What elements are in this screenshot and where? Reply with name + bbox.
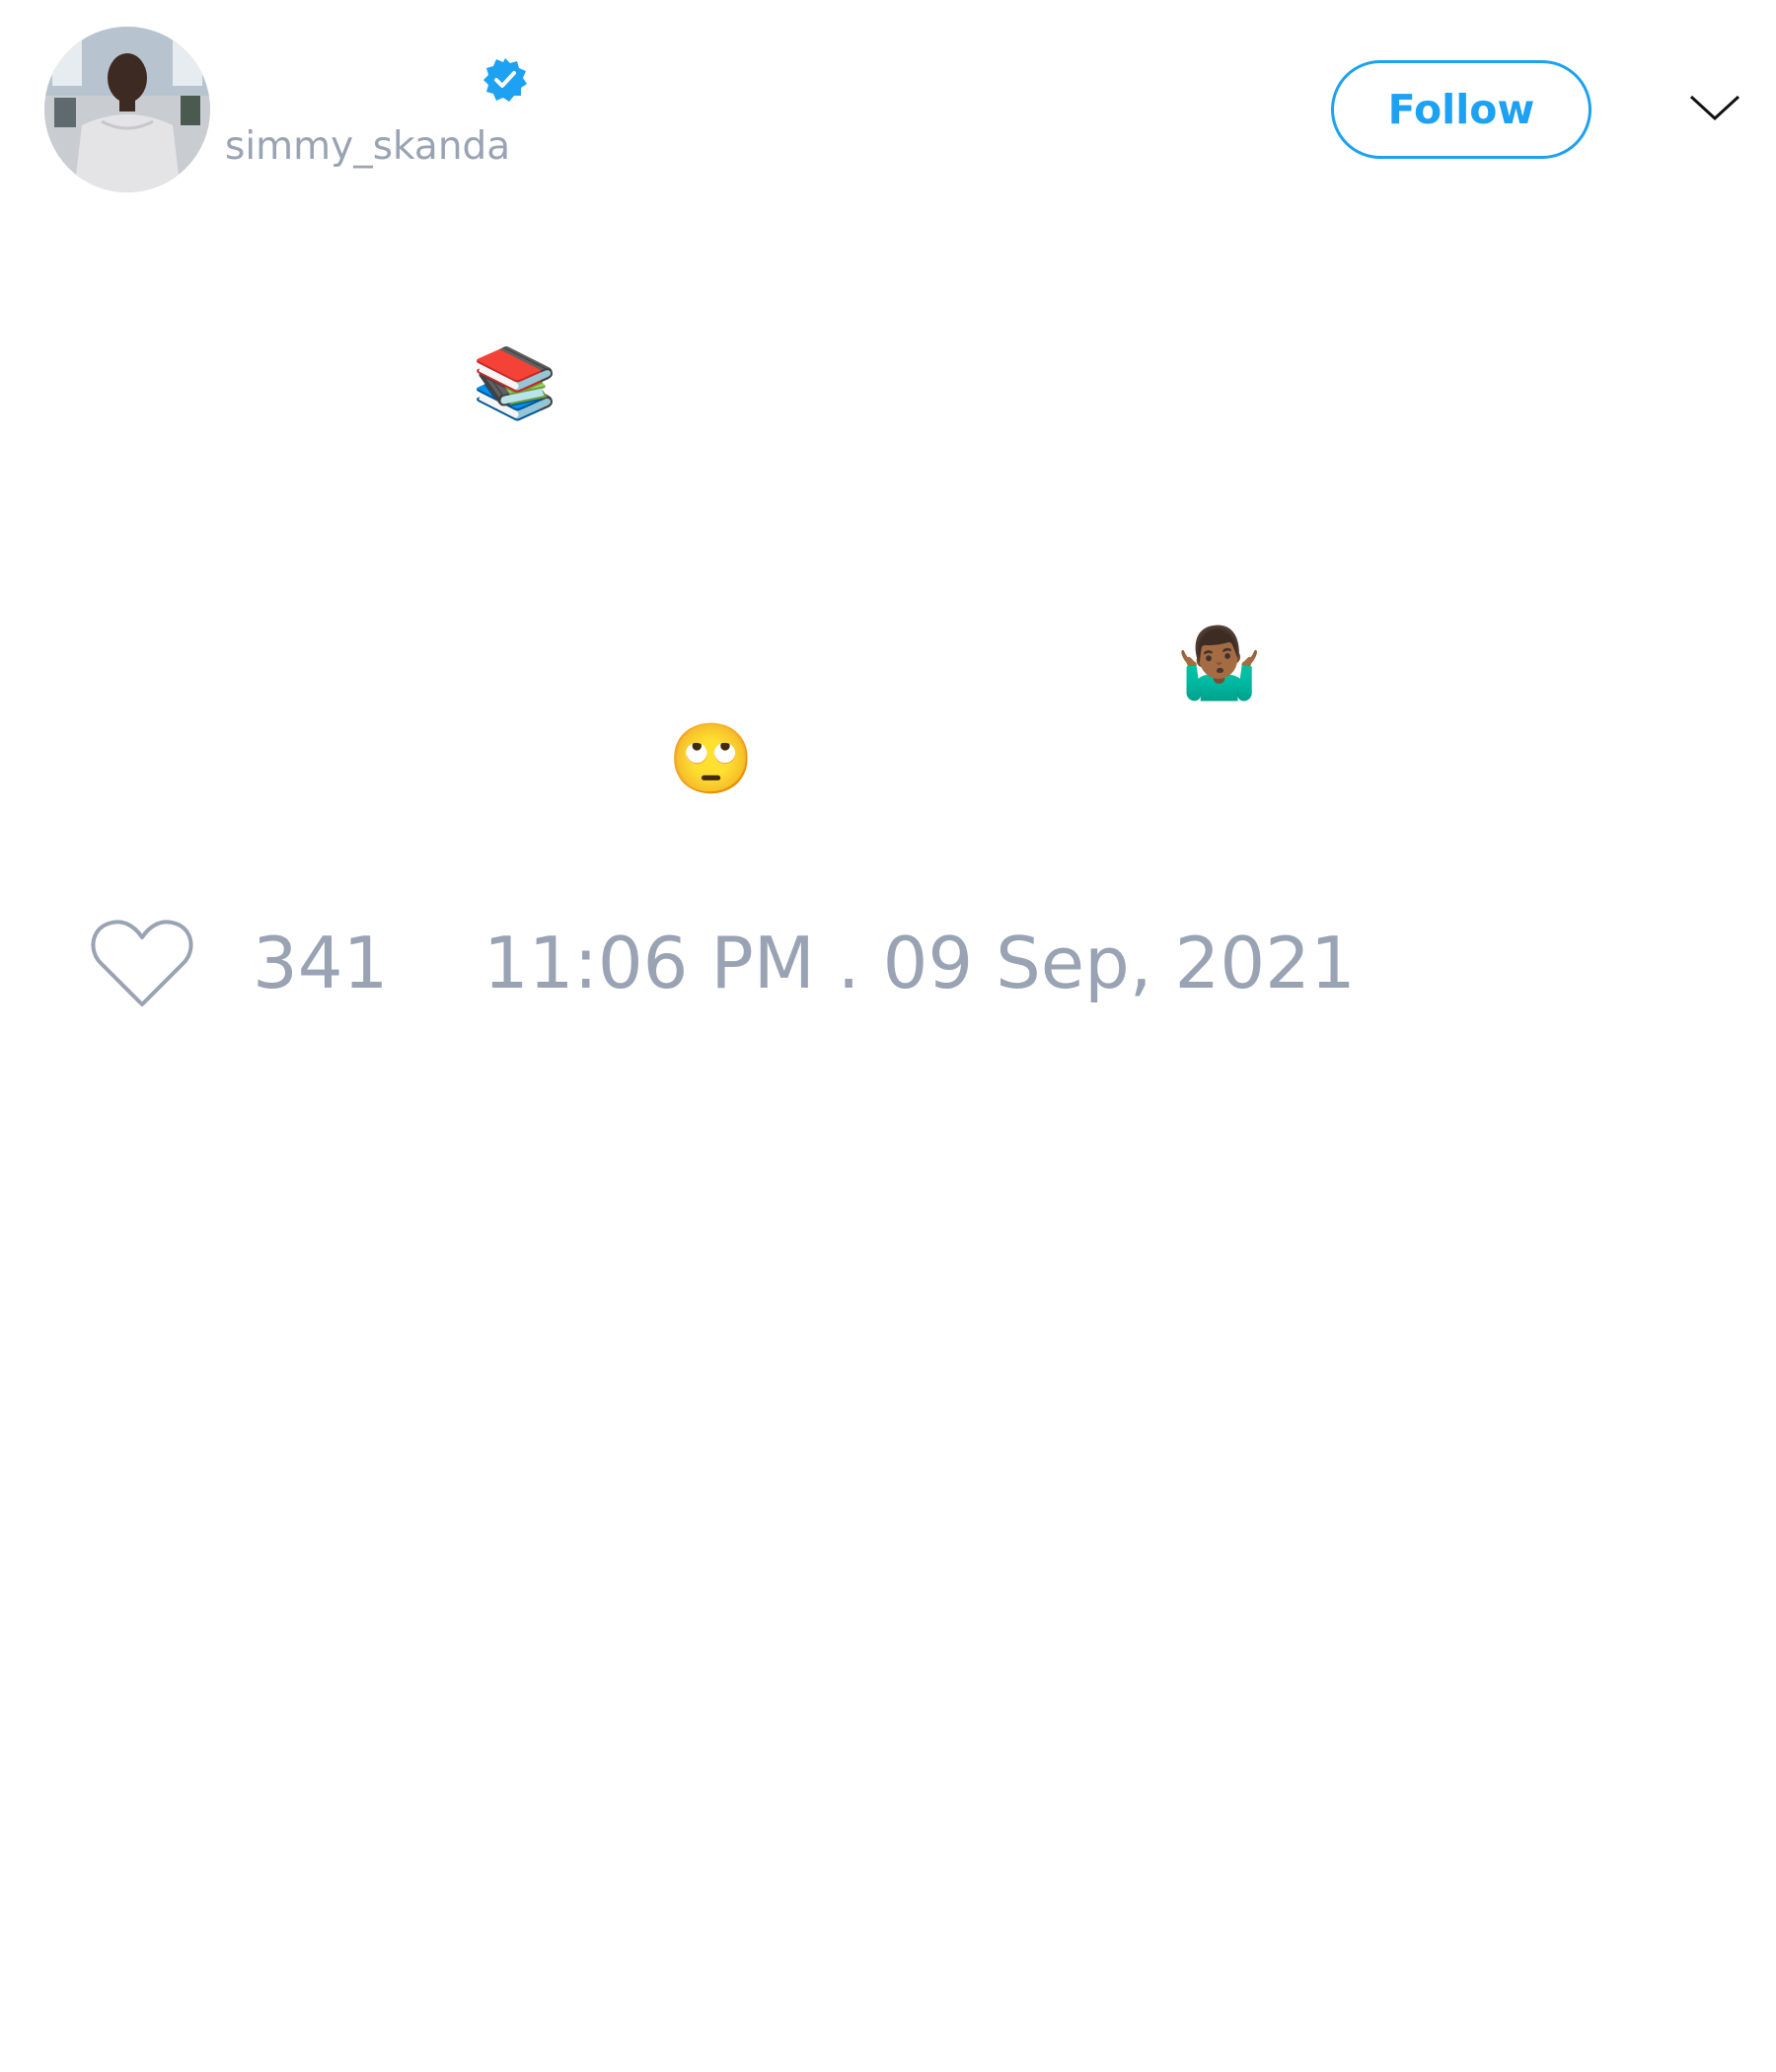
- shrug-emoji: 🤷🏾‍♂️: [1176, 623, 1263, 703]
- author-handle[interactable]: simmy_skanda: [225, 127, 510, 166]
- heart-outline-icon[interactable]: [89, 918, 195, 1012]
- books-emoji: 📚: [472, 342, 558, 423]
- avatar[interactable]: [44, 27, 210, 192]
- follow-button[interactable]: Follow: [1331, 60, 1591, 159]
- eye-roll-emoji: 🙄: [668, 718, 755, 799]
- chevron-down-icon[interactable]: [1687, 89, 1742, 128]
- verified-badge-icon: [483, 58, 527, 102]
- tweet-timestamp[interactable]: 11:06 PM . 09 Sep, 2021: [483, 927, 1356, 999]
- profile-photo: [44, 27, 210, 192]
- like-count: 341: [253, 922, 389, 1004]
